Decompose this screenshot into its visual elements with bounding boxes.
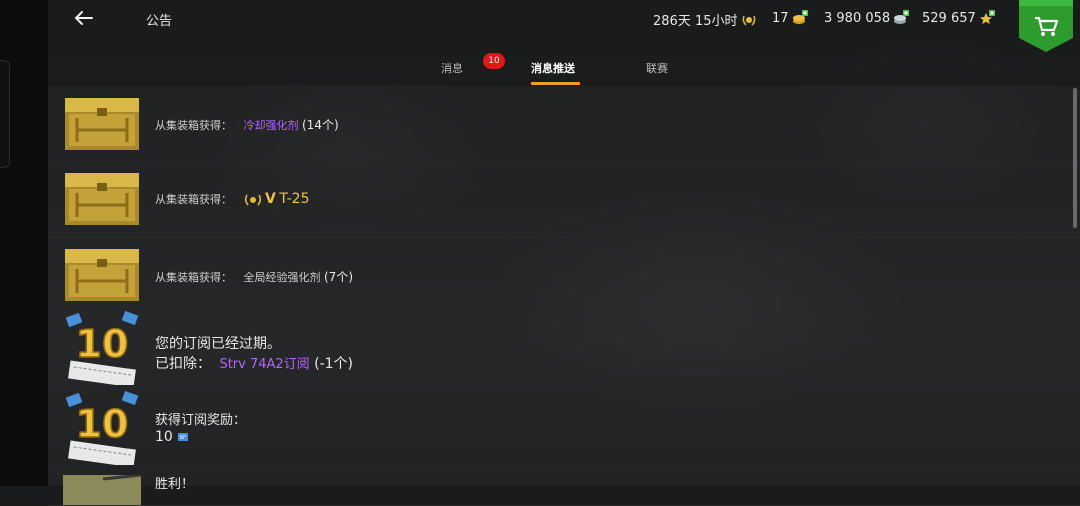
tab-messages[interactable]: 消息 — [441, 60, 463, 76]
reward-item-name: 全局经验强化剂 — [243, 271, 321, 284]
unread-badge: 10 — [483, 53, 505, 69]
svg-text:10: 10 — [76, 322, 129, 366]
page-title: 公告 — [146, 14, 173, 29]
subscription-ticket-icon — [178, 433, 189, 441]
message-line1: 胜利！ — [155, 477, 195, 492]
gold-container-icon — [65, 249, 139, 301]
reward-quantity: (7个) — [324, 270, 353, 284]
subscription-10-icon: 10 — [65, 310, 139, 385]
device-edge — [0, 0, 48, 486]
message-line1: 获得订阅奖励： — [155, 413, 247, 428]
free-xp-display[interactable]: 529 657 — [922, 10, 995, 26]
premium-laurel-icon — [742, 15, 755, 26]
tank-thumbnail-icon — [63, 475, 141, 505]
credits-amount: 3 980 058 — [824, 10, 891, 26]
message-line2: 已扣除： Strv 74A2订阅 (-1个) — [155, 353, 353, 373]
deducted-quantity: (-1个) — [314, 356, 354, 372]
free-xp-amount: 529 657 — [922, 10, 976, 26]
message-line1: 您的订阅已经过期。 — [155, 336, 281, 352]
gold-container-icon — [65, 173, 139, 225]
reward-amount: 10 — [155, 429, 173, 445]
tab-league[interactable]: 联赛 — [646, 60, 668, 76]
back-arrow-icon[interactable] — [70, 4, 98, 32]
list-item[interactable]: 从集装箱获得： 冷却强化剂 (14个) — [48, 86, 1080, 162]
premium-time-display: 286天 15小时 — [653, 10, 757, 29]
list-item[interactable]: 从集装箱获得： V T-25 — [48, 161, 1080, 238]
message-prefix: 从集装箱获得： — [155, 193, 232, 206]
message-list[interactable]: 从集装箱获得： 冷却强化剂 (14个) 从集装箱获得： V T-25 从集装箱获… — [48, 86, 1080, 506]
gold-container-icon — [65, 98, 139, 150]
message-text: 从集装箱获得： V T-25 — [155, 191, 309, 207]
subscription-10-icon: 10 — [65, 390, 139, 465]
shop-cart-button[interactable] — [1019, 0, 1073, 52]
premium-tank-icon — [244, 194, 261, 206]
silver-coin-plus-icon[interactable] — [893, 10, 910, 26]
gold-amount: 17 — [772, 10, 789, 26]
scrollbar[interactable] — [1073, 88, 1077, 228]
tab-push-messages[interactable]: 消息推送 — [531, 60, 575, 76]
tab-bar: 消息 消息推送 联赛 — [48, 54, 1080, 86]
svg-text:10: 10 — [76, 402, 129, 446]
message-prefix: 已扣除： — [155, 356, 211, 372]
tank-name: T-25 — [279, 191, 310, 207]
device-notch — [0, 60, 10, 168]
reward-amount-line: 10 — [155, 429, 189, 445]
gold-display[interactable]: 17 — [772, 10, 808, 26]
active-tab-indicator — [531, 82, 580, 85]
message-text: 从集装箱获得： 全局经验强化剂 (7个) — [155, 268, 353, 285]
gold-coin-plus-icon[interactable] — [792, 10, 808, 26]
list-item[interactable]: 从集装箱获得： 全局经验强化剂 (7个) — [48, 237, 1080, 314]
tank-tier: V — [265, 191, 276, 207]
premium-time-text: 286天 15小时 — [653, 14, 738, 29]
message-prefix: 从集装箱获得： — [155, 271, 232, 284]
reward-quantity: (14个) — [302, 118, 339, 132]
free-xp-star-plus-icon[interactable] — [979, 10, 995, 26]
message-prefix: 从集装箱获得： — [155, 119, 232, 132]
deducted-item-name: Strv 74A2订阅 — [219, 357, 310, 372]
list-item[interactable]: 10 获得订阅奖励： 10 — [48, 389, 1080, 466]
message-text: 从集装箱获得： 冷却强化剂 (14个) — [155, 116, 339, 133]
list-item[interactable]: 10 您的订阅已经过期。 已扣除： Strv 74A2订阅 (-1个) — [48, 310, 1080, 390]
reward-item-name: 冷却强化剂 — [243, 119, 299, 132]
credits-display[interactable]: 3 980 058 — [824, 10, 910, 26]
